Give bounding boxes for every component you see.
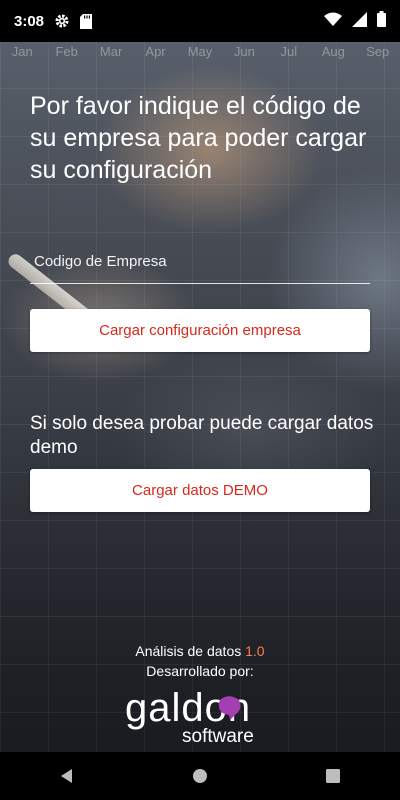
logo-mark-icon xyxy=(218,696,241,720)
wifi-icon xyxy=(324,12,342,30)
background-month-label: Jul xyxy=(280,44,298,59)
footer: Análisis de datos 1.0 Desarrollado por: xyxy=(0,641,400,681)
app-name: Análisis de datos xyxy=(135,643,242,659)
background-month-label: Jan xyxy=(11,44,33,59)
background-month-label: Mar xyxy=(99,44,123,59)
background-month-label: Sep xyxy=(366,44,390,59)
home-button[interactable] xyxy=(180,756,220,796)
recents-button[interactable] xyxy=(313,756,353,796)
home-circle-icon xyxy=(192,769,207,783)
background-month-label: Aug xyxy=(321,44,345,59)
background-month-label: Jun xyxy=(233,44,255,59)
company-code-field[interactable] xyxy=(30,247,378,284)
recents-square-icon xyxy=(326,769,341,783)
status-time: 3:08 xyxy=(14,12,45,30)
back-triangle-icon xyxy=(60,769,72,783)
load-config-button[interactable]: Cargar configuración empresa xyxy=(30,309,370,352)
demo-description: Si solo desea probar puede cargar datos … xyxy=(30,413,374,458)
status-bar: 3:08 xyxy=(0,0,400,42)
app-info-line: Análisis de datos 1.0 xyxy=(0,641,400,661)
background-month-label: Feb xyxy=(55,44,78,59)
company-code-input[interactable] xyxy=(30,247,378,275)
galdon-software-logo: galdon software xyxy=(120,686,280,748)
navigation-bar xyxy=(0,752,400,800)
background-month-label: Apr xyxy=(145,44,166,59)
back-button[interactable] xyxy=(47,756,87,796)
load-demo-button[interactable]: Cargar datos DEMO xyxy=(30,469,370,512)
app-version: 1.0 xyxy=(245,643,265,659)
settings-gear-icon xyxy=(54,13,70,29)
sd-card-icon xyxy=(80,13,93,29)
background-months: Jan Feb Mar Apr May Jun Jul Aug Sep xyxy=(0,44,400,64)
page-title: Por favor indique el código de su empres… xyxy=(30,92,367,184)
logo-subtitle: software xyxy=(182,726,254,747)
developed-by-label: Desarrollado por: xyxy=(146,663,254,679)
background-month-label: May xyxy=(187,44,213,59)
signal-icon xyxy=(352,11,367,31)
battery-icon xyxy=(377,11,386,31)
